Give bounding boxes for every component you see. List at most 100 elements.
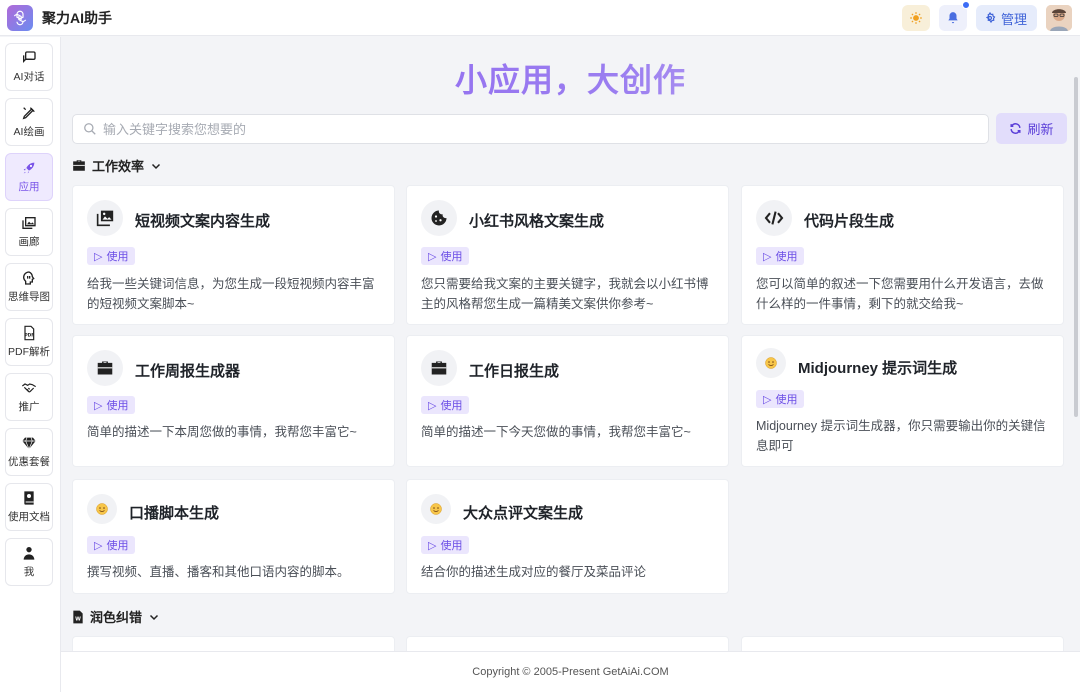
briefcase-icon [97,361,113,375]
app-card-weekly-report[interactable]: 工作周报生成器 ▷ 使用 简单的描述一下本周您做的事情，我帮您丰富它~ [72,335,395,467]
top-bar: 聚力AI助手 管理 [0,0,1080,36]
card-title: 工作日报生成 [469,363,560,380]
card-title: 短视频文案内容生成 [135,213,271,230]
app-card-dianping-review[interactable]: 大众点评文案生成 ▷ 使用 结合你的描述生成对应的餐厅及菜品评论 [406,479,729,594]
user-icon [23,547,35,560]
play-icon: ▷ [94,250,103,263]
footer: Copyright © 2005-Present GetAiAi.COM [61,651,1080,692]
play-icon: ▷ [94,539,103,552]
sidebar-item-pdf[interactable]: PDF PDF解析 [5,318,53,366]
use-label: 使用 [106,400,129,412]
app-card-daily-report[interactable]: 工作日报生成 ▷ 使用 简单的描述一下今天您做的事情，我帮您丰富它~ [406,335,729,467]
gear-icon [985,12,996,24]
hero-title: 小应用，大创作 [61,55,1080,101]
scrollbar-thumb[interactable] [1074,77,1078,417]
briefcase-icon [73,160,85,171]
app-card-partial[interactable] [72,636,395,651]
play-icon: ▷ [763,393,772,406]
use-button[interactable]: ▷ 使用 [87,247,136,265]
section-header-polish-correct[interactable]: W 润色纠错 [72,607,160,626]
card-description: 简单的描述一下今天您做的事情，我帮您丰富它~ [421,425,691,439]
card-description: 撰写视频、直播、播客和其他口语内容的脚本。 [87,565,350,579]
diamond-icon [22,437,36,450]
app-card-short-video[interactable]: 短视频文案内容生成 ▷ 使用 给我一些关键词信息，为您生成一段短视频内容丰富的短视… [72,185,395,325]
card-icon-wrap [421,200,457,236]
sidebar-item-label: PDF解析 [8,346,50,358]
card-icon-wrap [421,350,457,386]
refresh-button[interactable]: 刷新 [996,113,1067,144]
app-card-partial[interactable] [741,636,1064,651]
theme-toggle-button[interactable] [901,5,930,31]
sidebar-item-me[interactable]: 我 [5,538,53,586]
sidebar-item-docs[interactable]: 使用文档 [5,483,53,531]
use-button[interactable]: ▷ 使用 [421,247,470,265]
use-label: 使用 [775,394,798,406]
card-description: 给我一些关键词信息，为您生成一段短视频内容丰富的短视频文案脚本~ [87,277,375,311]
cookie-icon [431,210,447,226]
admin-label: 管理 [1000,11,1027,27]
app-card-xiaohongshu[interactable]: 小红书风格文案生成 ▷ 使用 您只需要给我文案的主要关键字，我就会以小红书博主的风… [406,185,729,325]
app-title: 聚力AI助手 [42,9,112,26]
app-logo[interactable] [7,4,33,31]
sidebar-item-label: 思维导图 [8,291,50,303]
use-button[interactable]: ▷ 使用 [87,536,136,554]
sidebar-item-label: 使用文档 [8,511,50,523]
card-description: 您只需要给我文案的主要关键字，我就会以小红书博主的风格帮您生成一篇精美文案供你参… [421,277,709,311]
chevron-down-icon [149,614,159,620]
sidebar-item-label: 我 [23,566,35,578]
code-icon [764,211,784,225]
handshake-icon [21,383,36,393]
mindmap-icon [22,271,35,285]
chat-icon [23,51,36,63]
card-title: 口播脚本生成 [129,505,220,522]
sidebar-item-apps[interactable]: 应用 [5,153,53,201]
book-icon [24,491,34,505]
main-content: 小应用，大创作 刷新 工作效率 短视频文案内容生成 ▷使用 给我一些关键词信息，… [61,37,1080,651]
app-card-midjourney[interactable]: Midjourney 提示词生成 ▷ 使用 Midjourney 提示词生成器，你… [741,335,1064,467]
sidebar-item-ai-chat[interactable]: AI对话 [5,43,53,91]
sidebar-item-packages[interactable]: 优惠套餐 [5,428,53,476]
card-title: Midjourney 提示词生成 [798,360,958,377]
card-icon-wrap [756,348,786,378]
play-icon: ▷ [428,539,437,552]
sidebar-item-mindmap[interactable]: 思维导图 [5,263,53,311]
use-label: 使用 [775,251,798,263]
use-button[interactable]: ▷ 使用 [756,247,805,265]
svg-text:W: W [75,616,81,622]
use-label: 使用 [440,400,463,412]
use-button[interactable]: ▷ 使用 [87,396,136,414]
smile-emoji-icon [430,503,442,515]
user-avatar[interactable] [1046,5,1072,31]
copyright-text: Copyright © 2005-Present GetAiAi.COM [472,666,669,678]
app-card-code-snippet[interactable]: 代码片段生成 ▷ 使用 您可以简单的叙述一下您需要用什么开发语言，去做什么样的一件… [741,185,1064,325]
search-input[interactable] [103,121,988,137]
use-button[interactable]: ▷ 使用 [421,536,470,554]
section-title: 润色纠错 [90,610,143,625]
sidebar-item-gallery[interactable]: 画廊 [5,208,53,256]
sidebar-item-ai-drawing[interactable]: AI绘画 [5,98,53,146]
use-label: 使用 [440,540,463,552]
app-card-voiceover-script[interactable]: 口播脚本生成 ▷ 使用 撰写视频、直播、播客和其他口语内容的脚本。 [72,479,395,594]
admin-button[interactable]: 管理 [975,5,1037,31]
use-label: 使用 [440,251,463,263]
refresh-label: 刷新 [1027,122,1054,137]
app-card-partial[interactable] [406,636,729,651]
sidebar-item-promotion[interactable]: 推广 [5,373,53,421]
use-button[interactable]: ▷ 使用 [756,390,805,408]
sidebar: AI对话 AI绘画 应用 画廊 思维导图 PDF PDF解析 推广 优惠套餐 使… [0,37,61,692]
sun-icon [910,12,922,24]
section-title: 工作效率 [92,159,145,174]
smile-emoji-icon [765,357,777,369]
use-button[interactable]: ▷ 使用 [421,396,470,414]
use-label: 使用 [106,251,129,263]
briefcase-icon [431,361,447,375]
word-doc-icon: W [73,610,83,623]
play-icon: ▷ [428,250,437,263]
search-box[interactable] [72,114,989,144]
openai-logo-icon [13,10,27,25]
card-icon-wrap [87,494,117,524]
svg-text:PDF: PDF [24,332,34,338]
refresh-icon [1010,123,1022,134]
notification-button[interactable] [938,1,970,31]
section-header-work-efficiency[interactable]: 工作效率 [72,156,162,175]
